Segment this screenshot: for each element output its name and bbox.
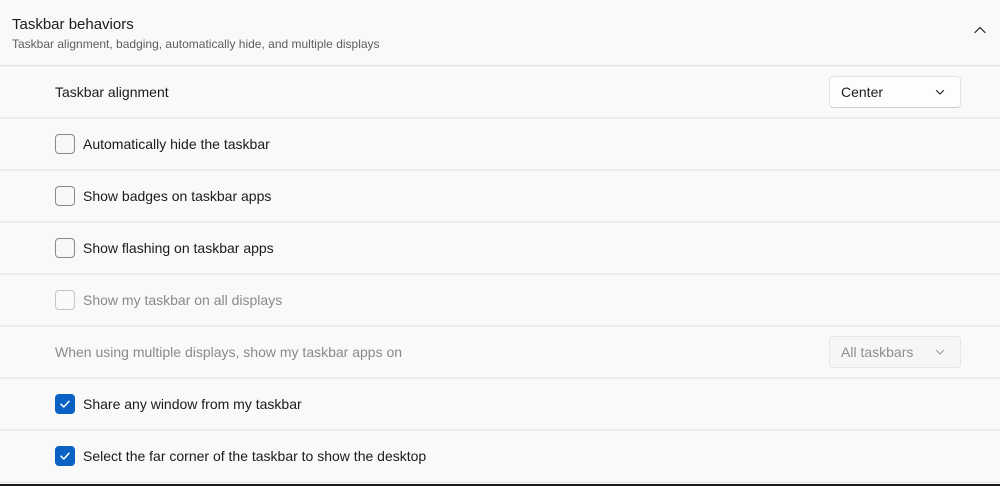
setting-row-auto-hide[interactable]: Automatically hide the taskbar	[0, 119, 1000, 171]
show-badges-checkbox[interactable]	[55, 186, 75, 206]
multi-display-dropdown: All taskbars	[829, 336, 961, 368]
auto-hide-checkbox[interactable]	[55, 134, 75, 154]
auto-hide-label: Automatically hide the taskbar	[83, 136, 270, 152]
section-title: Taskbar behaviors	[12, 16, 134, 33]
section-subtitle: Taskbar alignment, badging, automaticall…	[12, 37, 380, 51]
setting-row-far-corner[interactable]: Select the far corner of the taskbar to …	[0, 431, 1000, 483]
show-flashing-checkbox[interactable]	[55, 238, 75, 258]
far-corner-checkbox[interactable]	[55, 446, 75, 466]
all-displays-checkbox	[55, 290, 75, 310]
chevron-down-icon	[935, 89, 945, 95]
show-flashing-label: Show flashing on taskbar apps	[83, 240, 274, 256]
collapse-button[interactable]	[966, 16, 994, 44]
setting-row-share-window[interactable]: Share any window from my taskbar	[0, 379, 1000, 431]
setting-row-show-badges[interactable]: Show badges on taskbar apps	[0, 171, 1000, 223]
setting-row-multi-display: When using multiple displays, show my ta…	[0, 327, 1000, 379]
setting-row-taskbar-alignment: Taskbar alignment Center	[0, 67, 1000, 119]
checkmark-icon	[60, 452, 70, 460]
setting-row-all-displays: Show my taskbar on all displays	[0, 275, 1000, 327]
chevron-down-icon	[935, 349, 945, 355]
share-window-label: Share any window from my taskbar	[83, 396, 302, 412]
section-header[interactable]: Taskbar behaviors Taskbar alignment, bad…	[0, 0, 1000, 66]
setting-row-show-flashing[interactable]: Show flashing on taskbar apps	[0, 223, 1000, 275]
share-window-checkbox[interactable]	[55, 394, 75, 414]
taskbar-alignment-dropdown[interactable]: Center	[829, 76, 961, 108]
chevron-up-icon	[974, 26, 986, 34]
multi-display-label: When using multiple displays, show my ta…	[55, 344, 403, 360]
taskbar-alignment-label: Taskbar alignment	[55, 84, 169, 100]
checkmark-icon	[60, 400, 70, 408]
all-displays-label: Show my taskbar on all displays	[83, 292, 283, 308]
show-badges-label: Show badges on taskbar apps	[83, 188, 272, 204]
taskbar-alignment-value: Center	[841, 84, 884, 100]
far-corner-label: Select the far corner of the taskbar to …	[83, 448, 427, 464]
multi-display-value: All taskbars	[841, 344, 914, 360]
taskbar-behaviors-panel: Taskbar behaviors Taskbar alignment, bad…	[0, 0, 1000, 486]
